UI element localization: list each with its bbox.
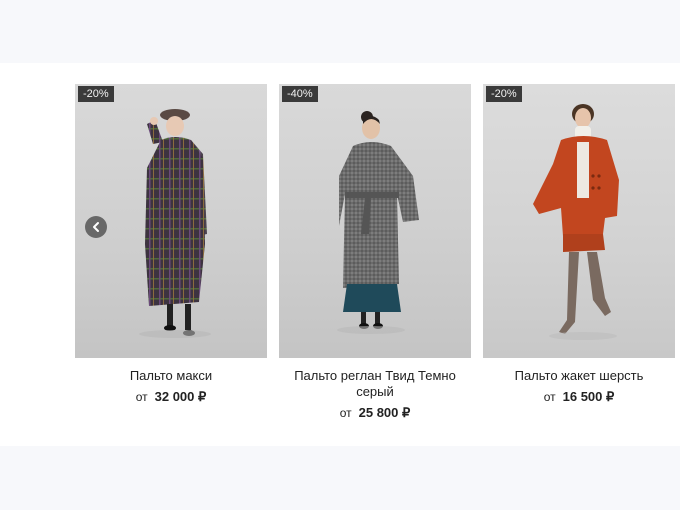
- product-card[interactable]: -40% Пальто реглан Твид Темно серый от 25…: [279, 84, 471, 421]
- product-price: от 32 000 ₽: [75, 389, 267, 405]
- model-in-orange-coat-illustration: [533, 104, 619, 340]
- discount-badge: -20%: [486, 86, 522, 102]
- product-name[interactable]: Пальто реглан Твид Темно серый: [279, 368, 471, 400]
- price-amount: 16 500 ₽: [562, 389, 615, 404]
- price-amount: 25 800 ₽: [358, 405, 411, 420]
- product-name[interactable]: Пальто жакет шерсть: [483, 368, 675, 384]
- product-name[interactable]: Пальто макси: [75, 368, 267, 384]
- chevron-left-icon: [93, 222, 99, 232]
- product-image[interactable]: -20%: [75, 84, 267, 358]
- product-card[interactable]: -20% Пальто жакет шерсть от 16 500 ₽: [483, 84, 675, 405]
- product-price: от 25 800 ₽: [279, 405, 471, 421]
- discount-badge: -40%: [282, 86, 318, 102]
- price-prefix: от: [543, 390, 556, 404]
- model-in-tweed-coat-illustration: [337, 111, 419, 334]
- product-image[interactable]: -20%: [483, 84, 675, 358]
- discount-badge: -20%: [78, 86, 114, 102]
- product-card[interactable]: -20% Пальто макси от 32 000 ₽: [75, 84, 267, 405]
- price-amount: 32 000 ₽: [154, 389, 207, 404]
- carousel-prev-button[interactable]: [85, 216, 107, 238]
- product-image[interactable]: -40%: [279, 84, 471, 358]
- price-prefix: от: [135, 390, 148, 404]
- product-price: от 16 500 ₽: [483, 389, 675, 405]
- price-prefix: от: [339, 406, 352, 420]
